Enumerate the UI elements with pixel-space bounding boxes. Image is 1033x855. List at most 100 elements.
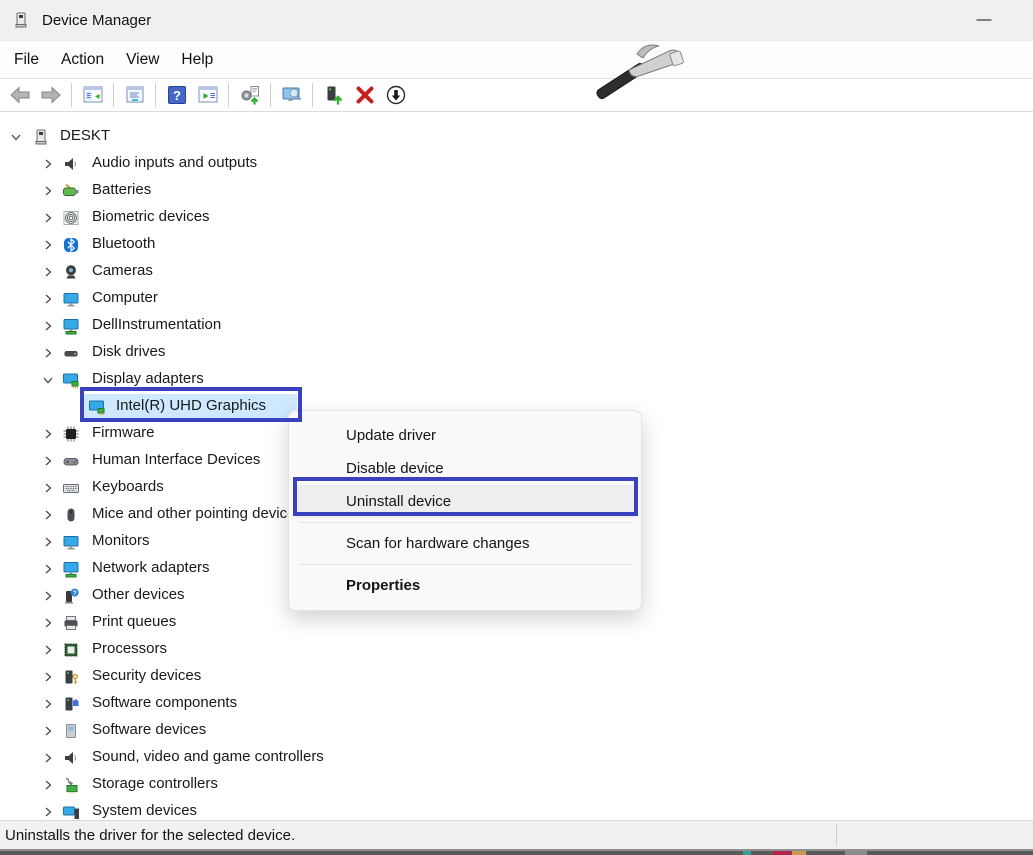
status-text: Uninstalls the driver for the selected d… <box>5 826 296 844</box>
tree-item-software-devices[interactable]: Software devices <box>0 718 1033 745</box>
chevron-down-icon[interactable] <box>8 129 24 145</box>
chevron-down-icon[interactable] <box>40 372 56 388</box>
scan-hardware-changes-button[interactable] <box>276 81 307 109</box>
chevron-right-icon[interactable] <box>40 453 56 469</box>
tree-item-security-devices[interactable]: Security devices <box>0 664 1033 691</box>
tree-item-audio-inputs-and-outputs[interactable]: Audio inputs and outputs <box>0 151 1033 178</box>
menu-bar: File Action View Help <box>0 40 1033 79</box>
keyboard-icon <box>62 479 80 497</box>
chevron-right-icon[interactable] <box>40 426 56 442</box>
tree-item-label: Cameras <box>92 262 153 279</box>
menu-view[interactable]: View <box>115 41 170 78</box>
chevron-right-icon[interactable] <box>40 318 56 334</box>
tree-item-label: DellInstrumentation <box>92 316 222 333</box>
disable-device-button[interactable] <box>380 81 411 109</box>
context-menu-item-update-driver[interactable]: Update driver <box>294 419 636 452</box>
update-device-driver-button[interactable] <box>318 81 349 109</box>
tree-item-system-devices[interactable]: System devices <box>0 799 1033 820</box>
mouse-icon <box>62 506 80 524</box>
menu-action[interactable]: Action <box>50 41 115 78</box>
fingerprint-icon <box>62 209 80 227</box>
toolbar-separator <box>270 83 271 107</box>
displayadapter-icon <box>62 371 80 389</box>
tree-item-storage-controllers[interactable]: Storage controllers <box>0 772 1033 799</box>
chevron-right-icon[interactable] <box>40 291 56 307</box>
svg-text:?: ? <box>73 590 77 597</box>
context-menu-item-uninstall-device[interactable]: Uninstall device <box>294 485 636 518</box>
chip-icon <box>62 425 80 443</box>
chevron-right-icon[interactable] <box>40 264 56 280</box>
chevron-right-icon[interactable] <box>40 588 56 604</box>
chevron-right-icon[interactable] <box>40 723 56 739</box>
tree-item-label: Software devices <box>92 721 207 738</box>
networkpc-icon <box>62 317 80 335</box>
update-driver-button[interactable] <box>234 81 265 109</box>
menu-help[interactable]: Help <box>170 41 224 78</box>
tree-item-cameras[interactable]: Cameras <box>0 259 1033 286</box>
show-hide-console-tree-button[interactable] <box>77 81 108 109</box>
tree-item-label: Batteries <box>92 181 152 198</box>
context-menu-item-properties[interactable]: Properties <box>294 569 636 602</box>
chevron-right-icon[interactable] <box>40 210 56 226</box>
chevron-right-icon[interactable] <box>40 750 56 766</box>
chevron-right-icon[interactable] <box>40 534 56 550</box>
tree-item-dellinstrumentation[interactable]: DellInstrumentation <box>0 313 1033 340</box>
context-menu-item-disable-device[interactable]: Disable device <box>294 452 636 485</box>
title-bar: Device Manager — <box>0 0 1033 40</box>
tree-item-label: Network adapters <box>92 559 210 576</box>
security-icon <box>62 668 80 686</box>
toolbar: ? <box>0 79 1033 112</box>
context-menu-item-scan-for-hardware-changes[interactable]: Scan for hardware changes <box>294 527 636 560</box>
back-button[interactable] <box>4 81 35 109</box>
tree-item-label: Storage controllers <box>92 775 218 792</box>
tree-item-sound-video-and-game-controllers[interactable]: Sound, video and game controllers <box>0 745 1033 772</box>
chevron-right-icon[interactable] <box>40 480 56 496</box>
menu-file[interactable]: File <box>3 41 50 78</box>
chevron-right-icon[interactable] <box>40 345 56 361</box>
tree-item-processors[interactable]: Processors <box>0 637 1033 664</box>
systemdev-icon <box>62 803 80 820</box>
printer-icon <box>62 614 80 632</box>
minimize-button[interactable]: — <box>963 0 1005 38</box>
chevron-right-icon[interactable] <box>40 642 56 658</box>
uninstall-device-button[interactable] <box>349 81 380 109</box>
softdevice-icon <box>62 722 80 740</box>
device-manager-window: Device Manager — File Action View Help ? DE… <box>0 0 1033 855</box>
context-menu: Update driver Disable device Uninstall dev… <box>288 410 642 611</box>
tree-item-bluetooth[interactable]: Bluetooth <box>0 232 1033 259</box>
tree-item-disk-drives[interactable]: Disk drives <box>0 340 1033 367</box>
tree-item-batteries[interactable]: Batteries <box>0 178 1033 205</box>
tree-item-print-queues[interactable]: Print queues <box>0 610 1033 637</box>
tree-item-label: Security devices <box>92 667 202 684</box>
tree-item-biometric-devices[interactable]: Biometric devices <box>0 205 1033 232</box>
tree-item-deskt[interactable]: DESKT <box>0 124 1033 151</box>
forward-button[interactable] <box>35 81 66 109</box>
chevron-right-icon[interactable] <box>40 615 56 631</box>
help-button[interactable]: ? <box>161 81 192 109</box>
chevron-right-icon[interactable] <box>40 561 56 577</box>
chevron-right-icon[interactable] <box>40 237 56 253</box>
tree-item-label: Display adapters <box>92 370 204 387</box>
tree-item-label: Software components <box>92 694 238 711</box>
toolbar-separator <box>312 83 313 107</box>
tree-item-computer[interactable]: Computer <box>0 286 1033 313</box>
status-bar-divider <box>836 824 837 846</box>
chevron-right-icon[interactable] <box>40 777 56 793</box>
properties-button[interactable] <box>119 81 150 109</box>
chevron-right-icon[interactable] <box>40 156 56 172</box>
context-menu-separator <box>299 564 631 565</box>
chevron-right-icon[interactable] <box>40 183 56 199</box>
chevron-right-icon[interactable] <box>40 669 56 685</box>
tree-item-display-adapters[interactable]: Display adapters <box>0 367 1033 394</box>
storage-icon <box>62 776 80 794</box>
tree-item-label: Firmware <box>92 424 155 441</box>
tree-item-label: Keyboards <box>92 478 164 495</box>
tree-item-software-components[interactable]: Software components <box>0 691 1033 718</box>
chevron-right-icon[interactable] <box>40 804 56 820</box>
tree-item-label: Sound, video and game controllers <box>92 748 324 765</box>
chevron-right-icon[interactable] <box>40 696 56 712</box>
tree-item-label: Print queues <box>92 613 177 630</box>
chevron-right-icon[interactable] <box>40 507 56 523</box>
desktop-peek-strip <box>0 851 1033 855</box>
action-pane-button[interactable] <box>192 81 223 109</box>
